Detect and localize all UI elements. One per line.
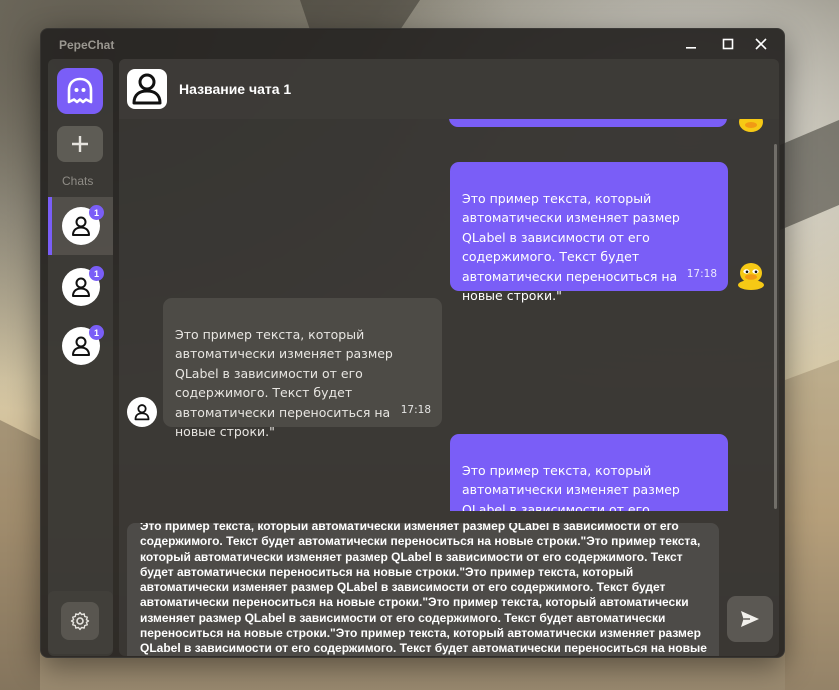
maximize-icon — [722, 38, 734, 50]
send-icon — [741, 611, 759, 627]
unread-badge: 1 — [89, 205, 104, 220]
chats-section-label: Chats — [62, 174, 94, 188]
new-chat-button[interactable] — [57, 126, 103, 162]
message-bubble-clipped — [449, 119, 727, 127]
app-window: PepeChat Chats 1 1 1 Название чата 1 Это… — [40, 28, 785, 658]
message-text: Это пример текста, который автоматически… — [462, 462, 680, 512]
close-button[interactable] — [751, 35, 771, 53]
chat-list-item[interactable]: 1 — [48, 258, 113, 316]
chat-list-item[interactable]: 1 — [48, 197, 113, 255]
message-time: 17:18 — [400, 403, 431, 416]
user-icon — [134, 404, 150, 421]
duck-avatar-icon — [738, 263, 764, 290]
gear-icon — [70, 611, 90, 631]
app-title: PepeChat — [59, 38, 115, 52]
avatar — [127, 397, 157, 427]
settings-button[interactable] — [61, 602, 99, 640]
minimize-icon — [686, 47, 696, 49]
chat-panel: Название чата 1 Это пример текста, котор… — [119, 59, 779, 656]
unread-badge: 1 — [89, 266, 104, 281]
chat-title: Название чата 1 — [179, 81, 292, 97]
message-input[interactable]: Это пример текста, который автоматически… — [127, 523, 719, 656]
send-button[interactable] — [727, 596, 773, 642]
message-text: Это пример текста, который автоматически… — [462, 190, 680, 304]
user-icon — [72, 277, 90, 297]
chat-header: Название чата 1 — [119, 59, 779, 119]
plus-icon — [72, 136, 88, 152]
minimize-button[interactable] — [681, 35, 701, 53]
message-scrollbar[interactable] — [774, 144, 777, 509]
duck-avatar-icon — [739, 119, 763, 132]
chat-list-item[interactable]: 1 — [48, 317, 113, 375]
maximize-button[interactable] — [718, 35, 738, 53]
message-text: Это пример текста, который автоматически… — [175, 326, 393, 440]
user-icon — [72, 216, 90, 236]
title-bar[interactable]: PepeChat — [41, 29, 784, 59]
close-icon — [755, 38, 767, 50]
user-icon — [72, 336, 90, 356]
message-time: 17:18 — [686, 267, 717, 280]
message-bubble[interactable]: Это пример текста, который автоматически… — [450, 434, 728, 511]
unread-badge: 1 — [89, 325, 104, 340]
message-input-text: Это пример текста, который автоматически… — [140, 523, 707, 656]
avatar[interactable] — [127, 69, 167, 109]
message-bubble[interactable]: Это пример текста, который автоматически… — [450, 162, 728, 303]
message-list[interactable]: Это пример текста, который автоматически… — [119, 119, 779, 511]
message-bubble[interactable]: Это пример текста, который автоматически… — [163, 298, 442, 439]
chat-bubble-icon — [67, 77, 93, 104]
app-logo[interactable] — [57, 68, 103, 114]
user-icon — [132, 73, 162, 105]
